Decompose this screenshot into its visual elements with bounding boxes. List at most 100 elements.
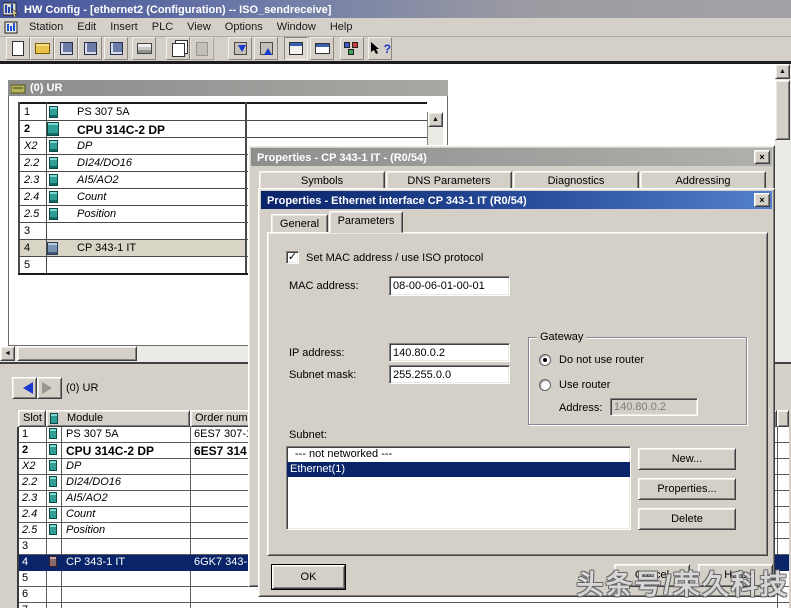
header-slot[interactable]: Slot — [18, 410, 46, 427]
upload-icon — [259, 42, 273, 55]
list-item-not-networked[interactable]: --- not networked --- — [287, 447, 630, 462]
module-icon — [49, 157, 58, 169]
menu-help[interactable]: Help — [330, 18, 353, 36]
save-icon — [83, 42, 97, 55]
module-icon — [49, 476, 57, 487]
scrollbar-thumb[interactable] — [775, 80, 790, 140]
properties-ethernet-interface-dialog: Properties - Ethernet interface CP 343-1… — [258, 188, 775, 597]
delete-button[interactable]: Delete — [638, 508, 736, 530]
module-icon — [49, 106, 58, 118]
network-view-button[interactable] — [340, 37, 364, 60]
window-title: HW Config - [ethernet2 (Configuration) -… — [24, 4, 332, 16]
child-window-icon[interactable] — [4, 19, 20, 35]
configuration-table-icon — [314, 43, 330, 54]
menu-station[interactable]: Station — [29, 18, 63, 36]
download-button[interactable] — [228, 37, 252, 60]
ip-address-label: IP address: — [289, 347, 345, 359]
save-compile-button[interactable] — [104, 37, 128, 60]
next-rack-button[interactable] — [37, 377, 62, 399]
save-button[interactable] — [78, 37, 102, 60]
ok-button[interactable]: OK — [271, 564, 346, 590]
menu-options[interactable]: Options — [225, 18, 263, 36]
rack-row[interactable]: 2 CPU 314C-2 DP — [19, 121, 427, 138]
paste-icon — [196, 41, 208, 56]
new-station-button[interactable] — [6, 37, 30, 60]
print-button[interactable] — [132, 37, 156, 60]
ip-address-input[interactable] — [389, 343, 510, 362]
checkmark-icon: ✓ — [287, 251, 298, 263]
close-icon[interactable]: × — [754, 193, 770, 207]
rack-reference-label: (0) UR — [66, 382, 99, 394]
scrollbar-thumb[interactable] — [17, 346, 137, 361]
menu-insert[interactable]: Insert — [110, 18, 138, 36]
save-as-icon — [59, 42, 73, 55]
subnet-label: Subnet: — [289, 429, 327, 441]
module-icon — [49, 191, 58, 203]
properties-button[interactable]: Properties... — [638, 478, 736, 500]
table-left-border — [17, 427, 19, 608]
scroll-up-button[interactable]: ▲ — [775, 64, 790, 79]
cpu-module-icon — [49, 444, 57, 455]
mac-address-input[interactable] — [389, 276, 510, 296]
download-icon — [233, 42, 247, 55]
header-module[interactable]: Module — [46, 410, 190, 427]
dialog-titlebar-inactive[interactable]: Properties - CP 343-1 IT - (R0/54) × — [251, 148, 772, 166]
header-extra[interactable] — [777, 410, 789, 427]
gateway-legend: Gateway — [537, 331, 587, 343]
rack-grid-line — [46, 102, 47, 274]
new-document-icon — [12, 41, 24, 56]
rack-row[interactable]: 1 PS 307 5A — [19, 104, 427, 121]
use-router-label: Use router — [559, 379, 611, 391]
module-icon — [49, 208, 58, 220]
copy-icon — [171, 43, 185, 57]
previous-rack-button[interactable] — [12, 377, 37, 399]
menu-edit[interactable]: Edit — [77, 18, 96, 36]
left-arrow-icon — [17, 382, 33, 394]
table-row[interactable]: 7 — [18, 603, 789, 608]
network-icon — [344, 41, 360, 56]
right-arrow-icon — [41, 382, 58, 394]
subnet-mask-input[interactable] — [389, 365, 510, 384]
context-help-button[interactable]: ? — [368, 37, 392, 60]
scroll-up-button[interactable]: ▲ — [428, 112, 443, 127]
close-icon[interactable]: × — [754, 150, 770, 164]
set-mac-checkbox[interactable]: ✓ — [286, 251, 299, 264]
tab-parameters-active[interactable]: Parameters — [329, 211, 403, 233]
do-not-use-router-radio[interactable] — [539, 354, 551, 366]
open-station-button[interactable] — [30, 37, 54, 60]
help-arrow-icon — [371, 42, 379, 54]
subnet-listbox[interactable]: --- not networked --- Ethernet(1) — [286, 446, 631, 530]
gateway-groupbox: Gateway Do not use router Use router Add… — [528, 331, 747, 425]
menu-window[interactable]: Window — [277, 18, 316, 36]
vertical-scrollbar[interactable]: ▲ — [775, 64, 791, 362]
dialog-title: Properties - CP 343-1 IT - (R0/54) — [257, 152, 427, 164]
set-mac-label: Set MAC address / use ISO protocol — [306, 252, 484, 264]
rack-titlebar[interactable]: (0) UR — [8, 80, 448, 96]
module-icon — [49, 140, 58, 152]
mac-address-label: MAC address: — [289, 280, 359, 292]
help-question-glyph: ? — [383, 41, 391, 56]
catalog-button[interactable] — [284, 37, 308, 60]
tab-general[interactable]: General — [271, 214, 328, 233]
menu-view[interactable]: View — [187, 18, 211, 36]
dialog-title: Properties - Ethernet interface CP 343-1… — [267, 195, 527, 207]
save-as-button[interactable] — [54, 37, 78, 60]
copy-button[interactable] — [166, 37, 190, 60]
rack-grid-line — [18, 102, 20, 275]
toolbar: ? — [0, 37, 791, 61]
open-folder-icon — [34, 43, 50, 54]
list-item-ethernet1-selected[interactable]: Ethernet(1) — [287, 462, 630, 477]
menu-plc[interactable]: PLC — [152, 18, 173, 36]
module-icon — [49, 174, 58, 186]
scroll-left-button[interactable]: ◄ — [0, 346, 15, 361]
main-titlebar: HW Config - [ethernet2 (Configuration) -… — [0, 0, 791, 18]
paste-button — [190, 37, 214, 60]
use-router-radio[interactable] — [539, 379, 551, 391]
configuration-table-button[interactable] — [310, 37, 334, 60]
new-button[interactable]: New... — [638, 448, 736, 470]
module-icon — [49, 508, 57, 519]
save-compile-icon — [109, 42, 123, 55]
dialog-titlebar-active[interactable]: Properties - Ethernet interface CP 343-1… — [261, 191, 772, 209]
upload-button[interactable] — [254, 37, 278, 60]
rack-icon — [11, 84, 26, 94]
